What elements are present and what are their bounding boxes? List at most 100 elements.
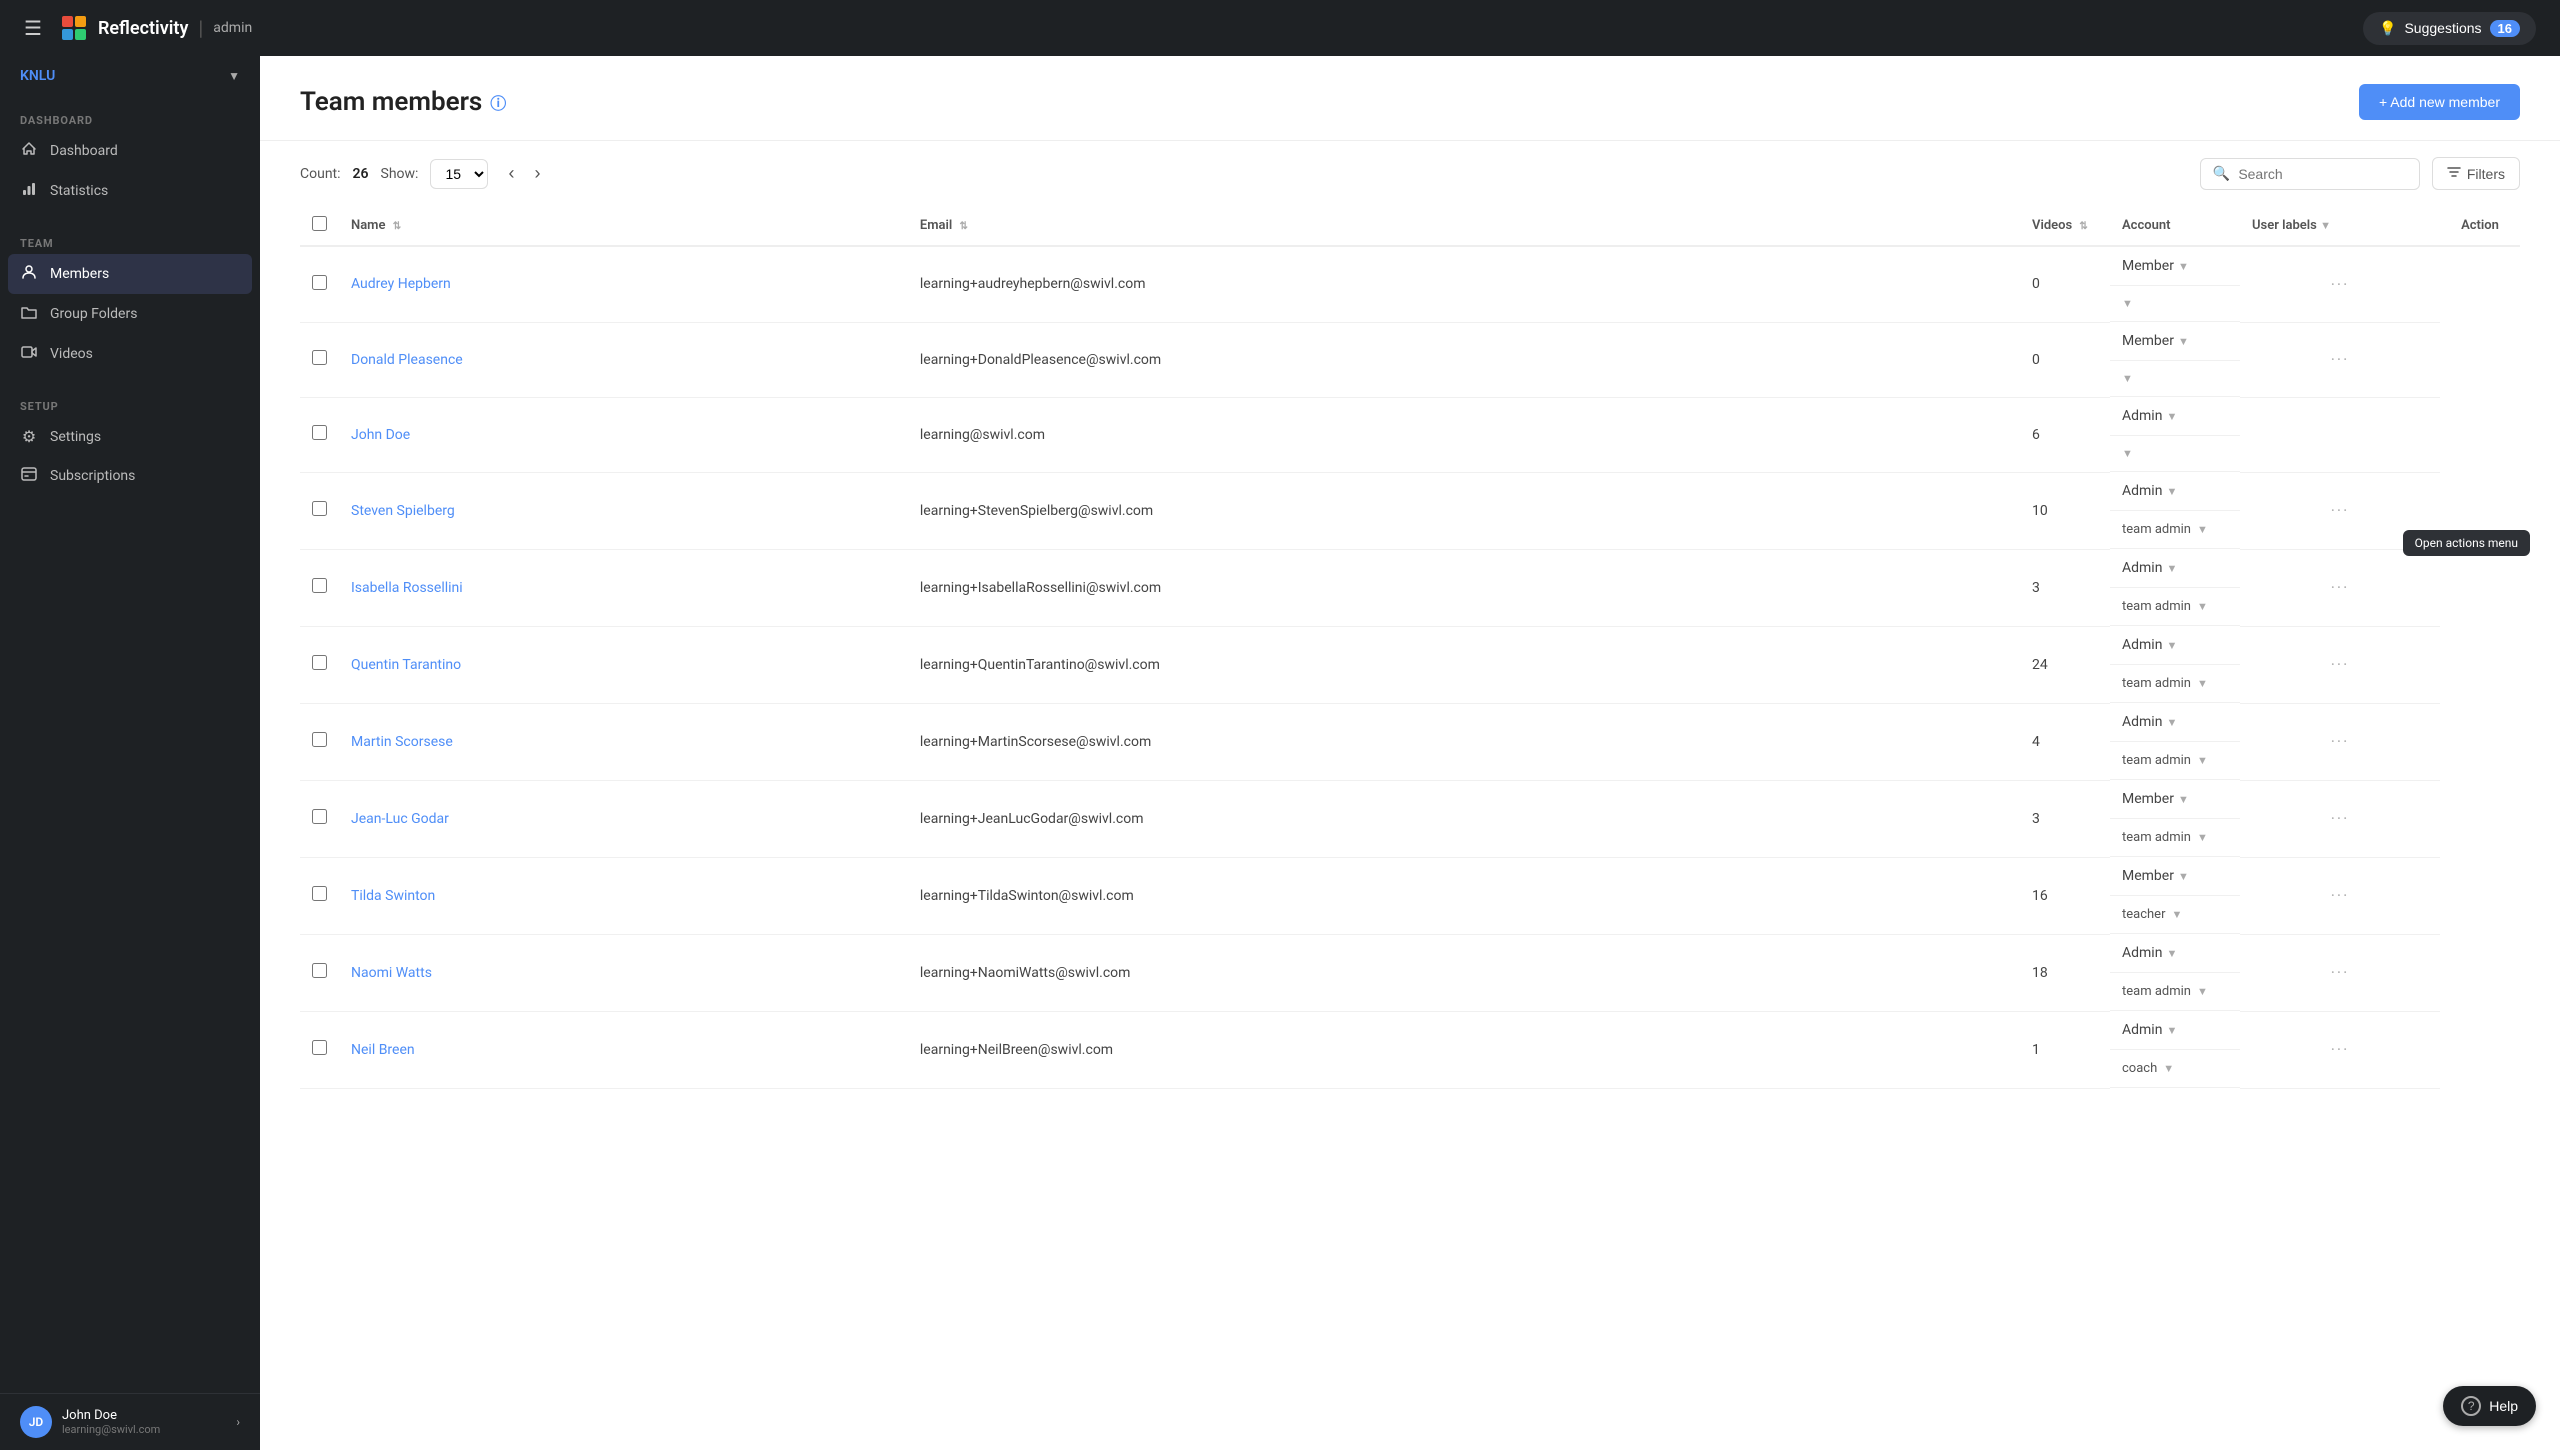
- member-account: Member▼: [2110, 247, 2240, 286]
- member-name-link[interactable]: Naomi Watts: [351, 965, 432, 981]
- sidebar-item-videos[interactable]: Videos: [0, 334, 260, 374]
- member-name-link[interactable]: John Doe: [351, 427, 410, 443]
- member-name-link[interactable]: Tilda Swinton: [351, 888, 435, 904]
- member-account: Member▼: [2110, 322, 2240, 361]
- action-menu-button[interactable]: ···: [2331, 732, 2350, 751]
- account-dropdown-icon[interactable]: ▼: [2166, 716, 2177, 729]
- row-checkbox[interactable]: [312, 425, 327, 440]
- account-dropdown-icon[interactable]: ▼: [2178, 260, 2189, 273]
- row-checkbox[interactable]: [312, 809, 327, 824]
- action-menu-button[interactable]: ···: [2331, 501, 2350, 520]
- member-name-link[interactable]: Jean-Luc Godar: [351, 811, 449, 827]
- hamburger-icon[interactable]: ☰: [24, 16, 42, 40]
- action-menu-button[interactable]: ···: [2331, 275, 2350, 294]
- row-checkbox[interactable]: [312, 350, 327, 365]
- label-dropdown-icon[interactable]: ▼: [2122, 447, 2133, 460]
- action-menu-button[interactable]: ···: [2331, 350, 2350, 369]
- suggestions-button[interactable]: 💡 Suggestions 16: [2363, 12, 2536, 45]
- label-dropdown-icon[interactable]: ▼: [2171, 908, 2182, 921]
- org-chevron-icon: ▼: [228, 69, 240, 83]
- labels-dropdown-icon[interactable]: ▼: [2320, 219, 2331, 232]
- member-name-link[interactable]: Quentin Tarantino: [351, 657, 461, 673]
- user-menu-chevron-icon: ›: [236, 1415, 240, 1429]
- action-menu-button[interactable]: ···: [2331, 963, 2350, 982]
- row-checkbox[interactable]: [312, 732, 327, 747]
- member-email: learning+NeilBreen@swivl.com: [908, 1011, 2020, 1088]
- member-email: learning+NaomiWatts@swivl.com: [908, 934, 2020, 1011]
- account-dropdown-icon[interactable]: ▼: [2178, 870, 2189, 883]
- label-dropdown-icon[interactable]: ▼: [2197, 831, 2208, 844]
- account-dropdown-icon[interactable]: ▼: [2166, 1024, 2177, 1037]
- account-dropdown-icon[interactable]: ▼: [2166, 639, 2177, 652]
- member-name-link[interactable]: Steven Spielberg: [351, 503, 455, 519]
- sidebar-item-label-subscriptions: Subscriptions: [50, 468, 135, 484]
- label-text: team admin: [2122, 830, 2191, 845]
- filters-button[interactable]: Filters: [2432, 157, 2520, 190]
- select-all-checkbox[interactable]: [312, 216, 327, 231]
- next-page-button[interactable]: ›: [526, 159, 548, 188]
- member-action: ···: [2240, 246, 2440, 322]
- row-checkbox[interactable]: [312, 501, 327, 516]
- row-checkbox[interactable]: [312, 963, 327, 978]
- add-new-member-button[interactable]: + Add new member: [2359, 84, 2520, 120]
- label-text: team admin: [2122, 522, 2191, 537]
- search-icon: 🔍: [2213, 166, 2230, 182]
- name-sort-icon[interactable]: ⇅: [393, 221, 401, 232]
- member-name-link[interactable]: Isabella Rossellini: [351, 580, 463, 596]
- account-dropdown-icon[interactable]: ▼: [2166, 485, 2177, 498]
- sidebar-item-settings[interactable]: ⚙ Settings: [0, 417, 260, 456]
- label-dropdown-icon[interactable]: ▼: [2197, 754, 2208, 767]
- member-email: learning+MartinScorsese@swivl.com: [908, 703, 2020, 780]
- member-name-link[interactable]: Audrey Hepbern: [351, 276, 451, 292]
- account-dropdown-icon[interactable]: ▼: [2166, 947, 2177, 960]
- org-selector[interactable]: KNLU ▼: [0, 56, 260, 96]
- email-sort-icon[interactable]: ⇅: [959, 221, 967, 232]
- action-menu-button[interactable]: ···: [2331, 655, 2350, 674]
- row-checkbox[interactable]: [312, 886, 327, 901]
- row-checkbox[interactable]: [312, 655, 327, 670]
- sidebar-item-label-settings: Settings: [50, 429, 101, 445]
- member-labels: teacher▼: [2110, 896, 2240, 934]
- action-menu-button[interactable]: ···: [2331, 809, 2350, 828]
- action-menu-button[interactable]: ···: [2331, 1040, 2350, 1059]
- sidebar-item-dashboard[interactable]: Dashboard: [0, 131, 260, 171]
- sidebar-item-group-folders[interactable]: Group Folders: [0, 294, 260, 334]
- label-dropdown-icon[interactable]: ▼: [2122, 372, 2133, 385]
- member-videos: 0: [2020, 246, 2110, 322]
- prev-page-button[interactable]: ‹: [500, 159, 522, 188]
- label-dropdown-icon[interactable]: ▼: [2163, 1062, 2174, 1075]
- row-checkbox[interactable]: [312, 1040, 327, 1055]
- show-per-page-select[interactable]: 15 25 50: [430, 159, 488, 189]
- label-dropdown-icon[interactable]: ▼: [2197, 677, 2208, 690]
- sidebar-item-subscriptions[interactable]: Subscriptions: [0, 456, 260, 496]
- user-profile-button[interactable]: JD John Doe learning@swivl.com ›: [0, 1393, 260, 1450]
- table-row: Jean-Luc Godarlearning+JeanLucGodar@swiv…: [300, 780, 2520, 857]
- member-videos: 4: [2020, 703, 2110, 780]
- label-dropdown-icon[interactable]: ▼: [2197, 523, 2208, 536]
- label-dropdown-icon[interactable]: ▼: [2122, 297, 2133, 310]
- help-button[interactable]: ? Help: [2443, 1386, 2536, 1426]
- member-name-link[interactable]: Neil Breen: [351, 1042, 415, 1058]
- member-name-link[interactable]: Donald Pleasence: [351, 352, 463, 368]
- member-action: ···: [2240, 322, 2440, 397]
- label-dropdown-icon[interactable]: ▼: [2197, 985, 2208, 998]
- account-dropdown-icon[interactable]: ▼: [2166, 410, 2177, 423]
- org-name: KNLU: [20, 68, 55, 84]
- label-dropdown-icon[interactable]: ▼: [2197, 600, 2208, 613]
- sidebar-item-statistics[interactable]: Statistics: [0, 171, 260, 211]
- row-checkbox[interactable]: [312, 275, 327, 290]
- member-account: Admin▼: [2110, 703, 2240, 742]
- search-input[interactable]: [2238, 166, 2407, 182]
- page-title-text: Team members: [300, 87, 482, 117]
- action-menu-button[interactable]: ···: [2331, 886, 2350, 905]
- account-dropdown-icon[interactable]: ▼: [2178, 335, 2189, 348]
- member-name-link[interactable]: Martin Scorsese: [351, 734, 453, 750]
- action-menu-button[interactable]: ···: [2331, 578, 2350, 597]
- account-dropdown-icon[interactable]: ▼: [2166, 562, 2177, 575]
- info-icon[interactable]: ⓘ: [490, 90, 506, 114]
- account-dropdown-icon[interactable]: ▼: [2178, 793, 2189, 806]
- videos-icon: [20, 344, 38, 364]
- row-checkbox[interactable]: [312, 578, 327, 593]
- sidebar-item-members[interactable]: Members: [8, 254, 252, 294]
- videos-sort-icon[interactable]: ⇅: [2079, 221, 2087, 232]
